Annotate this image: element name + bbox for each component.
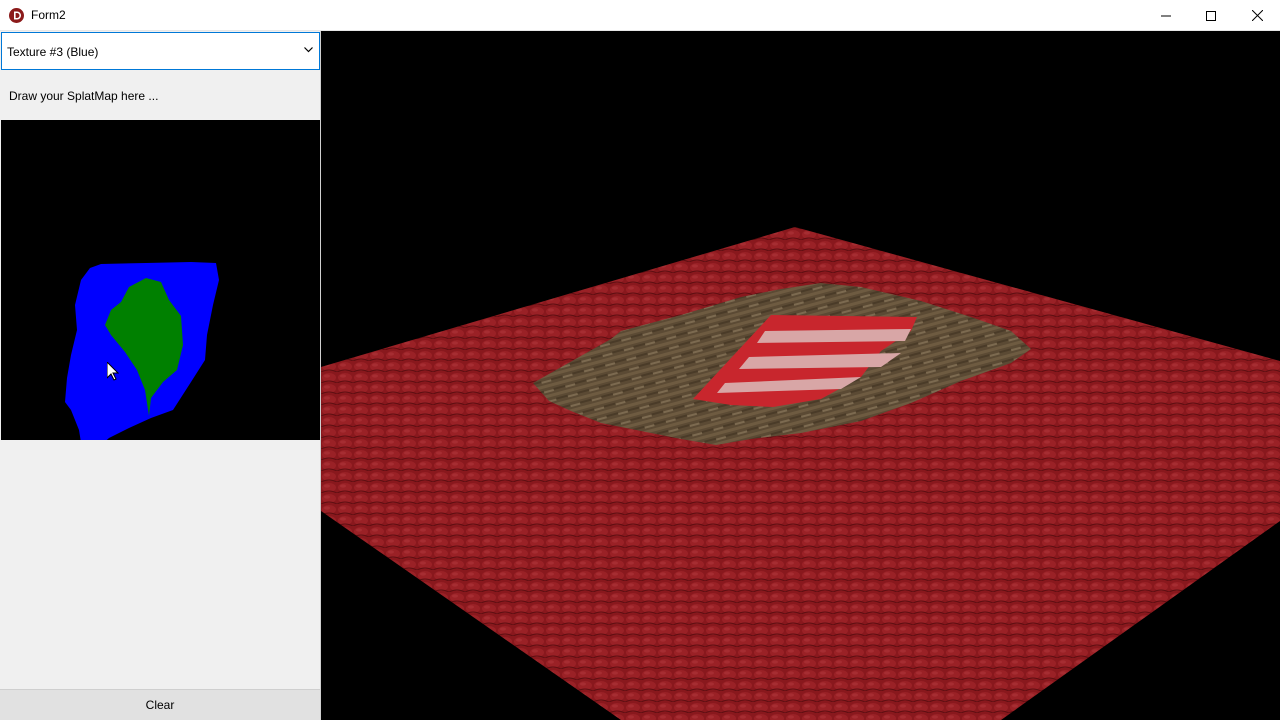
tool-panel: Texture #3 (Blue) Draw your SplatMap her… [0, 31, 321, 720]
minimize-icon [1161, 15, 1171, 16]
texture-select[interactable]: Texture #3 (Blue) [1, 32, 320, 70]
maximize-icon [1206, 10, 1216, 21]
maximize-button[interactable] [1188, 0, 1234, 31]
close-icon [1251, 10, 1263, 21]
window-title: Form2 [31, 8, 66, 22]
mouse-cursor-icon [107, 362, 119, 381]
stripe-light-1 [757, 329, 911, 343]
splatmap-canvas[interactable] [1, 120, 320, 455]
title-bar: Form2 [0, 0, 1280, 31]
render-viewport[interactable] [321, 31, 1280, 720]
close-button[interactable] [1234, 0, 1280, 31]
minimize-button[interactable] [1143, 0, 1189, 31]
app-icon [9, 8, 24, 23]
chevron-down-icon[interactable] [304, 47, 313, 53]
clear-button[interactable]: Clear [0, 689, 320, 720]
splatmap-hint: Draw your SplatMap here ... [9, 89, 159, 103]
texture-select-value: Texture #3 (Blue) [7, 45, 99, 59]
